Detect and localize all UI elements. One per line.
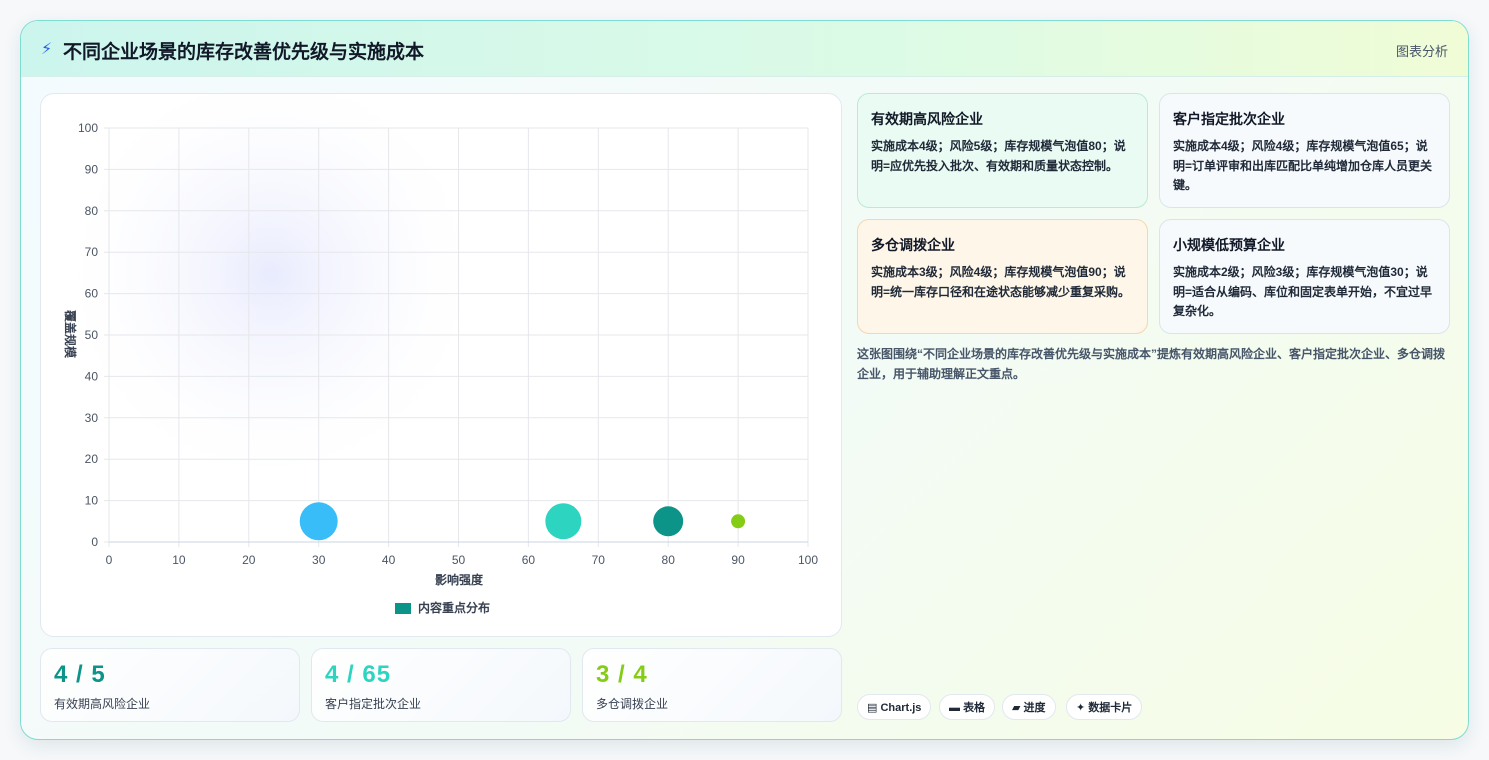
- stat-label: 有效期高风险企业: [54, 697, 151, 711]
- bubble-point: [653, 506, 684, 537]
- stat-label: 客户指定批次企业: [325, 697, 422, 711]
- x-tick-label: 30: [312, 553, 326, 567]
- progress-icon: ▰: [1012, 702, 1021, 714]
- bubble-point: [545, 503, 582, 540]
- x-tick-label: 60: [522, 553, 536, 567]
- bubble-chart: 0 10 20 30 40 50 60 70 80 90 100 0 10 20 30 40 50 60 70 80 9…: [51, 94, 818, 615]
- chip-label: 进度: [1023, 702, 1046, 714]
- x-tick-label: 90: [731, 553, 745, 567]
- card-body: 实施成本3级；风险4级；库存规模气泡值90；说明=统一库存口径和在途状态能够减少…: [871, 265, 1131, 299]
- x-tick-label: 70: [592, 553, 606, 567]
- y-tick-label: 80: [85, 204, 99, 218]
- stat-value: 3 / 4: [596, 661, 648, 688]
- chart-panel: 0 10 20 30 40 50 60 70 80 90 100 0 10 20 30 40 50 60 70 80 9…: [40, 93, 842, 637]
- x-tick-label: 10: [172, 553, 186, 567]
- y-tick-label: 60: [85, 287, 99, 301]
- y-tick-label: 20: [85, 452, 99, 466]
- scenario-card: 多仓调拨企业 实施成本3级；风险4级；库存规模气泡值90；说明=统一库存口径和在…: [857, 219, 1148, 334]
- dashboard-frame: ⚡ 不同企业场景的库存改善优先级与实施成本 图表分析 0 10 20 30 40 50 60…: [20, 20, 1469, 740]
- card-body: 实施成本2级；风险3级；库存规模气泡值30；说明=适合从编码、库位和固定表单开始…: [1173, 265, 1433, 318]
- y-tick-label: 0: [91, 535, 98, 549]
- legend-swatch: [395, 603, 411, 614]
- chip-progress[interactable]: ▰ 进度: [1002, 694, 1056, 720]
- scenario-card: 小规模低预算企业 实施成本2级；风险3级；库存规模气泡值30；说明=适合从编码、…: [1159, 219, 1450, 334]
- scenario-card: 客户指定批次企业 实施成本4级；风险4级；库存规模气泡值65；说明=订单评审和出…: [1159, 93, 1450, 208]
- x-tick-label: 80: [662, 553, 676, 567]
- card-body: 实施成本4级；风险4级；库存规模气泡值65；说明=订单评审和出库匹配比单纯增加仓…: [1173, 139, 1433, 192]
- x-tick-label: 0: [106, 553, 113, 567]
- x-tick-label: 50: [452, 553, 466, 567]
- y-tick-label: 90: [85, 162, 99, 176]
- table-icon: ▬: [949, 702, 960, 714]
- header: ⚡ 不同企业场景的库存改善优先级与实施成本 图表分析: [21, 21, 1468, 77]
- lightning-icon: ⚡: [41, 41, 53, 58]
- x-tick-label: 100: [798, 553, 818, 567]
- y-tick-label: 10: [85, 494, 99, 508]
- chart-legend[interactable]: 内容重点分布: [395, 600, 490, 615]
- stat-card: 4 / 65 客户指定批次企业: [311, 648, 571, 722]
- stat-value: 4 / 65: [325, 661, 392, 688]
- sparkle-icon: ✦: [1076, 702, 1086, 714]
- chip-label: 数据卡片: [1088, 702, 1133, 714]
- x-tick-label: 20: [242, 553, 256, 567]
- chart-icon: ▤: [867, 702, 878, 714]
- chip-data-card[interactable]: ✦ 数据卡片: [1066, 694, 1143, 720]
- card-body: 实施成本4级；风险5级；库存规模气泡值80；说明=应优先投入批次、有效期和质量状…: [871, 139, 1126, 173]
- stat-label: 多仓调拨企业: [596, 697, 669, 711]
- stat-card: 4 / 5 有效期高风险企业: [40, 648, 300, 722]
- card-title: 有效期高风险企业: [871, 111, 983, 127]
- scenario-card: 有效期高风险企业 实施成本4级；风险5级；库存规模气泡值80；说明=应优先投入批…: [857, 93, 1148, 208]
- y-tick-label: 30: [85, 411, 99, 425]
- chip-label: Chart.js: [880, 702, 922, 714]
- chart-description: 这张图围绕“不同企业场景的库存改善优先级与实施成本”提炼有效期高风险企业、客户指…: [857, 347, 1446, 381]
- chip-label: 表格: [963, 702, 986, 714]
- chip-table[interactable]: ▬ 表格: [939, 694, 996, 720]
- card-title: 客户指定批次企业: [1173, 111, 1285, 127]
- x-axis-label: 影响强度: [435, 572, 484, 587]
- x-tick-label: 40: [382, 553, 396, 567]
- y-tick-label: 40: [85, 369, 99, 383]
- y-tick-label: 100: [78, 121, 98, 135]
- header-tag: 图表分析: [1395, 44, 1448, 59]
- card-title: 小规模低预算企业: [1173, 237, 1285, 253]
- y-tick-label: 70: [85, 245, 99, 259]
- bubble-point: [731, 514, 746, 529]
- y-axis-label: 覆盖规模: [63, 309, 78, 359]
- stat-card: 3 / 4 多仓调拨企业: [582, 648, 842, 722]
- page-title: 不同企业场景的库存改善优先级与实施成本: [63, 42, 425, 63]
- stat-value: 4 / 5: [54, 661, 106, 688]
- legend-label: 内容重点分布: [418, 600, 490, 615]
- card-title: 多仓调拨企业: [871, 237, 955, 253]
- y-tick-label: 50: [85, 328, 99, 342]
- bubble-point: [299, 502, 338, 541]
- chip-chartjs[interactable]: ▤ Chart.js: [857, 694, 932, 720]
